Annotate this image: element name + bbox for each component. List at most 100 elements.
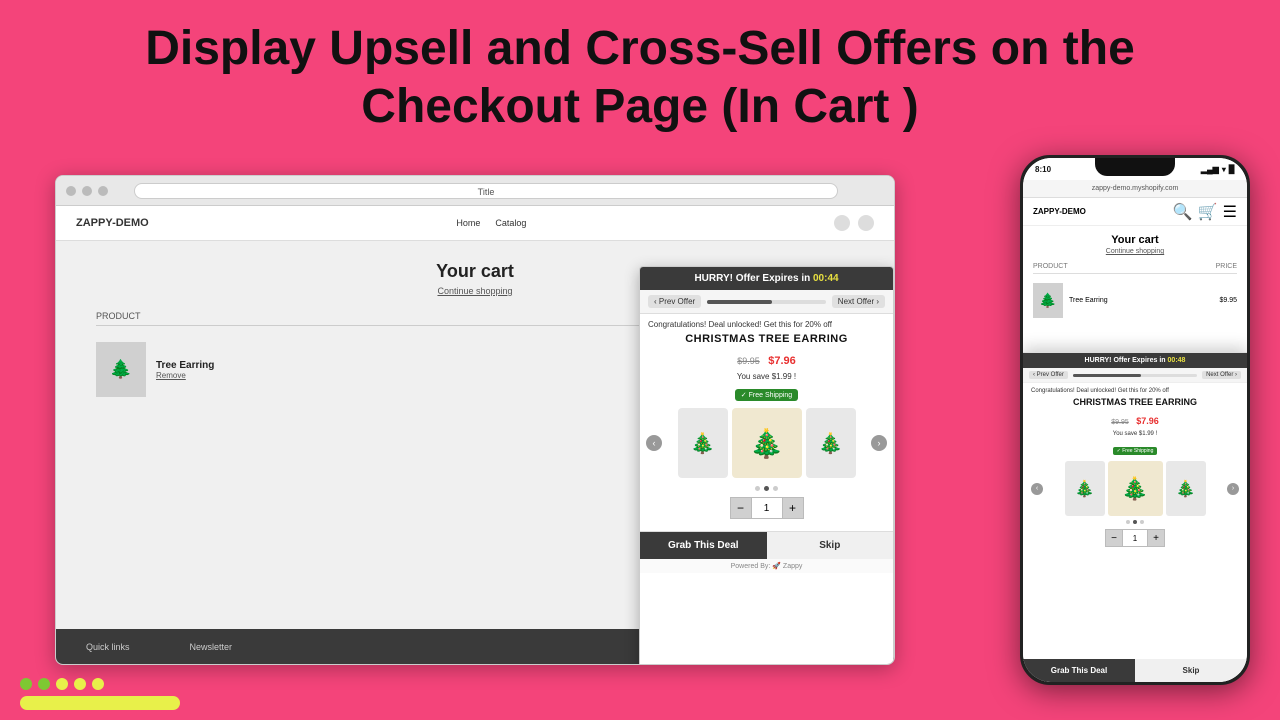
popup-header: HURRY! Offer Expires in 00:44: [640, 267, 893, 290]
mobile-nav-icons: 🔍 🛒 ☰: [1173, 202, 1237, 222]
popup-timer: 00:44: [813, 273, 839, 284]
mobile-popup-dots: [1031, 520, 1239, 524]
cart-item-name: Tree Earring: [156, 360, 214, 371]
popup-product-image-main: 🎄: [732, 408, 802, 478]
mobile-screen: 8:10 ▂▄▆ ▾ ▉ zappy-demo.myshopify.com ZA…: [1023, 158, 1247, 682]
mobile-cart-item: 🌲 Tree Earring $9.95: [1033, 279, 1237, 322]
mobile-menu-icon[interactable]: ☰: [1223, 202, 1237, 222]
popup-dot-3[interactable]: [773, 486, 778, 491]
mobile-prev-offer-btn[interactable]: ‹ Prev Offer: [1029, 371, 1068, 379]
mobile-cart-section: Your cart Continue shopping PRODUCT PRIC…: [1023, 226, 1247, 330]
popup-product-image-sm-left: 🎄: [678, 408, 728, 478]
mobile-popup-progress-bar: [1073, 374, 1197, 377]
mobile-popup-free-shipping: ✓ Free Shipping: [1113, 447, 1158, 455]
mobile-notch: [1095, 158, 1175, 176]
mobile-popup-shipping: ✓ Free Shipping: [1031, 439, 1239, 457]
mobile-skip-btn[interactable]: Skip: [1135, 659, 1247, 682]
mobile-popup-next-image-btn[interactable]: ›: [1227, 483, 1239, 495]
qty-decrease-btn[interactable]: −: [730, 497, 752, 519]
popup-dot-2[interactable]: [764, 486, 769, 491]
qty-value: 1: [752, 497, 782, 519]
dot-5: [92, 678, 104, 690]
mobile-cart-header: PRODUCT PRICE: [1033, 263, 1237, 274]
desktop-mockup: Title ZAPPY-DEMO Home Catalog Your cart …: [55, 175, 895, 665]
mobile-nav-logo: ZAPPY-DEMO: [1033, 207, 1086, 216]
cart-icon[interactable]: [858, 215, 874, 231]
popup-product-images: ‹ 🎄 🎄 🎄 ›: [648, 408, 885, 478]
mobile-cart-continue[interactable]: Continue shopping: [1033, 248, 1237, 255]
mobile-popup-old-price: $9.95: [1111, 419, 1129, 426]
mobile-grab-deal-btn[interactable]: Grab This Deal: [1023, 659, 1135, 682]
footer-quick-links: Quick links: [86, 642, 130, 652]
popup-old-price: $9.95: [737, 356, 760, 366]
upsell-popup: HURRY! Offer Expires in 00:44 ‹ Prev Off…: [639, 266, 894, 665]
mobile-next-offer-btn[interactable]: Next Offer ›: [1202, 371, 1241, 379]
popup-deal-text: Congratulations! Deal unlocked! Get this…: [648, 320, 885, 329]
mobile-popup-body: Congratulations! Deal unlocked! Get this…: [1023, 383, 1247, 552]
mobile-popup-img-sm-right: 🎄: [1166, 461, 1206, 516]
mobile-time: 8:10: [1035, 165, 1051, 174]
mobile-popup-prices: $9.95 $7.96: [1031, 411, 1239, 429]
mobile-popup-save-text: You save $1.99 !: [1031, 431, 1239, 437]
popup-footer: Grab This Deal Skip: [640, 531, 893, 559]
mobile-item-price: $9.95: [1219, 297, 1237, 304]
desktop-content: ZAPPY-DEMO Home Catalog Your cart Contin…: [56, 206, 894, 664]
browser-max-btn: [98, 186, 108, 196]
mobile-search-icon[interactable]: 🔍: [1173, 202, 1193, 222]
nav-home[interactable]: Home: [456, 218, 480, 228]
nav-catalog[interactable]: Catalog: [495, 218, 526, 228]
page-title: Display Upsell and Cross-Sell Offers on …: [60, 20, 1220, 135]
mobile-popup-img-sm-left: 🎄: [1065, 461, 1105, 516]
popup-prev-image-btn[interactable]: ‹: [646, 435, 662, 451]
mobile-popup-product-images: ‹ 🎄 🎄 🎄 ›: [1031, 461, 1239, 516]
nav-icons: [834, 215, 874, 231]
mobile-popup-dot-2[interactable]: [1133, 520, 1137, 524]
popup-save-text: You save $1.99 !: [648, 372, 885, 381]
mobile-popup-product-title: CHRISTMAS TREE EARRING: [1031, 397, 1239, 407]
desktop-nav: ZAPPY-DEMO Home Catalog: [56, 206, 894, 241]
mobile-mockup: 8:10 ▂▄▆ ▾ ▉ zappy-demo.myshopify.com ZA…: [1020, 155, 1250, 685]
popup-hurry-text: HURRY! Offer Expires in: [694, 273, 813, 284]
cart-item-details: Tree Earring Remove: [156, 360, 214, 380]
popup-prices: $9.95 $7.96: [648, 351, 885, 369]
browser-min-btn: [82, 186, 92, 196]
next-offer-btn[interactable]: Next Offer ›: [832, 295, 885, 308]
mobile-popup-img-main: 🎄: [1108, 461, 1163, 516]
cart-item-image: 🌲: [96, 342, 146, 397]
popup-product-image-sm-right: 🎄: [806, 408, 856, 478]
cart-item-remove[interactable]: Remove: [156, 371, 214, 380]
mobile-item-name: Tree Earring: [1069, 297, 1108, 304]
mobile-popup-header: HURRY! Offer Expires in 00:48: [1023, 353, 1247, 368]
search-icon[interactable]: [834, 215, 850, 231]
qty-increase-btn[interactable]: +: [782, 497, 804, 519]
mobile-qty-decrease-btn[interactable]: −: [1105, 529, 1123, 547]
col-product: PRODUCT: [96, 311, 141, 321]
mobile-browser-bar: zappy-demo.myshopify.com: [1023, 180, 1247, 198]
dot-3: [56, 678, 68, 690]
grab-deal-btn[interactable]: Grab This Deal: [640, 532, 767, 559]
mobile-popup-dot-1[interactable]: [1126, 520, 1130, 524]
popup-product-title: CHRISTMAS TREE EARRING: [648, 333, 885, 345]
nav-logo: ZAPPY-DEMO: [76, 217, 149, 229]
mobile-popup-hurry-text: HURRY! Offer Expires in: [1085, 357, 1168, 364]
mobile-col-price: PRICE: [1216, 263, 1237, 270]
skip-btn[interactable]: Skip: [767, 532, 894, 559]
popup-quantity: − 1 +: [648, 497, 885, 519]
popup-next-image-btn[interactable]: ›: [871, 435, 887, 451]
mobile-popup-prev-image-btn[interactable]: ‹: [1031, 483, 1043, 495]
prev-offer-btn[interactable]: ‹ Prev Offer: [648, 295, 701, 308]
page-header: Display Upsell and Cross-Sell Offers on …: [0, 0, 1280, 145]
popup-new-price: $7.96: [768, 355, 796, 367]
mobile-qty-increase-btn[interactable]: +: [1147, 529, 1165, 547]
mobile-popup-new-price: $7.96: [1136, 416, 1159, 426]
popup-dot-1[interactable]: [755, 486, 760, 491]
mobile-wifi-icon: ▾: [1222, 165, 1226, 174]
nav-links: Home Catalog: [456, 218, 526, 228]
mobile-signal-icon: ▂▄▆: [1201, 165, 1219, 174]
mobile-popup-dot-3[interactable]: [1140, 520, 1144, 524]
mobile-popup-qty: − 1 +: [1031, 529, 1239, 547]
browser-bar: Title: [56, 176, 894, 206]
mobile-cart-icon[interactable]: 🛒: [1198, 202, 1218, 222]
mobile-popup-footer: Grab This Deal Skip: [1023, 659, 1247, 682]
mobile-col-product: PRODUCT: [1033, 263, 1068, 270]
